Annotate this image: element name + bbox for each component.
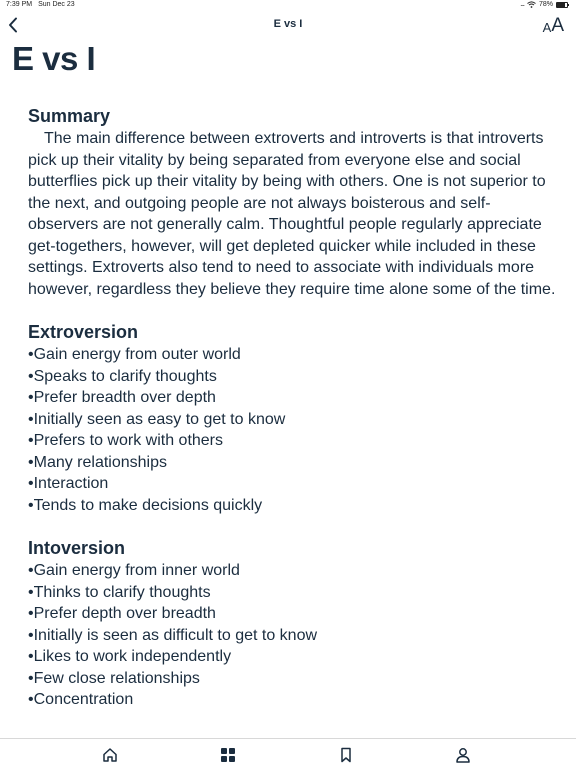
list-item: Tends to make decisions quickly <box>28 495 564 517</box>
wifi-icon <box>527 1 536 8</box>
list-item: Many relationships <box>28 452 564 474</box>
list-item: Prefers to work with others <box>28 430 564 452</box>
extroversion-heading: Extroversion <box>28 322 139 342</box>
status-date: Sun Dec 23 <box>38 1 75 8</box>
list-item: Speaks to clarify thoughts <box>28 366 564 388</box>
page-title: E vs I <box>12 40 96 77</box>
list-item: Gain energy from inner world <box>28 560 564 582</box>
list-item: Prefer depth over breadth <box>28 603 564 625</box>
list-item: Gain energy from outer world <box>28 344 564 366</box>
status-bar: 7:39 PM Sun Dec 23 .... 78% <box>0 0 576 12</box>
text-size-button[interactable]: A A <box>543 14 564 36</box>
bookmark-icon <box>341 747 351 763</box>
tab-grid[interactable] <box>217 745 239 765</box>
list-item: Thinks to clarify thoughts <box>28 582 564 604</box>
text-size-large-label: A <box>551 15 564 36</box>
tab-profile[interactable] <box>452 745 474 765</box>
tab-bookmarks[interactable] <box>335 745 357 765</box>
list-item: Concentration <box>28 689 564 711</box>
signal-dots-icon: .... <box>520 1 525 8</box>
tab-bar <box>0 738 576 768</box>
introversion-section: Intoversion Gain energy from inner world… <box>28 536 564 711</box>
summary-heading: Summary <box>28 106 111 126</box>
battery-icon <box>556 1 569 8</box>
battery-percent: 78% <box>538 1 553 8</box>
summary-section: Summary The main difference between extr… <box>28 104 564 300</box>
list-item: Initially seen as easy to get to know <box>28 409 564 431</box>
summary-text: The main difference between extroverts a… <box>28 130 556 298</box>
introversion-heading: Intoversion <box>28 538 126 558</box>
home-icon <box>103 748 117 762</box>
introversion-list: Gain energy from inner world Thinks to c… <box>28 560 564 711</box>
list-item: Prefer breadth over depth <box>28 387 564 409</box>
list-item: Few close relationships <box>28 668 564 690</box>
person-icon <box>456 748 470 763</box>
extroversion-section: Extroversion Gain energy from outer worl… <box>28 320 564 516</box>
battery-fill <box>557 2 565 7</box>
nav-bar: E vs I A A <box>0 12 576 38</box>
nav-title: E vs I <box>273 18 303 30</box>
status-time: 7:39 PM <box>6 1 33 8</box>
tab-home[interactable] <box>99 745 121 765</box>
grid-icon <box>221 748 235 762</box>
list-item: Likes to work independently <box>28 646 564 668</box>
list-item: Initially is seen as difficult to get to… <box>28 625 564 647</box>
list-item: Interaction <box>28 473 564 495</box>
extroversion-list: Gain energy from outer world Speaks to c… <box>28 344 564 516</box>
text-size-small-label: A <box>542 20 552 35</box>
article-content[interactable]: Summary The main difference between extr… <box>28 104 564 738</box>
